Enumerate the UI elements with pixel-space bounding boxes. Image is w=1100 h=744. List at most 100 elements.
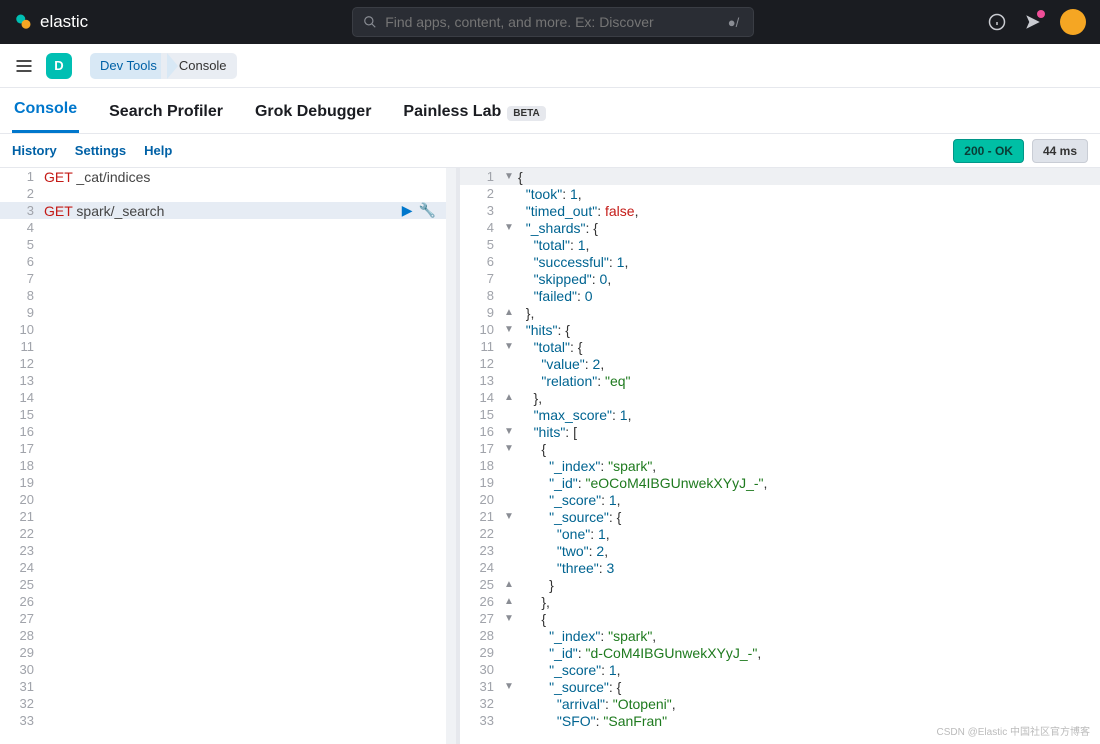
- request-line[interactable]: 22: [0, 525, 456, 542]
- editor-split: 1GET _cat/indices23GET spark/_search4567…: [0, 168, 1100, 744]
- response-line: 25▲ }: [460, 576, 1100, 593]
- request-line[interactable]: 21: [0, 508, 456, 525]
- request-line[interactable]: 29: [0, 644, 456, 661]
- brand: elastic: [14, 12, 88, 32]
- sub-bar: D Dev Tools Console: [0, 44, 1100, 88]
- request-line[interactable]: 12: [0, 355, 456, 372]
- response-status: 200 - OK: [953, 139, 1024, 163]
- watermark: CSDN @Elastic 中国社区官方博客: [937, 723, 1091, 738]
- request-line[interactable]: 13: [0, 372, 456, 389]
- response-line: 7 "skipped": 0,: [460, 270, 1100, 287]
- response-line: 30 "_score": 1,: [460, 661, 1100, 678]
- request-line[interactable]: 33: [0, 712, 456, 729]
- response-line: 8 "failed": 0: [460, 287, 1100, 304]
- response-line: 3 "timed_out": false,: [460, 202, 1100, 219]
- tab-bar: Console Search Profiler Grok Debugger Pa…: [0, 88, 1100, 134]
- search-icon: [363, 15, 377, 29]
- request-line[interactable]: 10: [0, 321, 456, 338]
- settings-link[interactable]: Settings: [75, 143, 126, 158]
- response-line: 24 "three": 3: [460, 559, 1100, 576]
- request-line[interactable]: 3GET spark/_search: [0, 202, 456, 219]
- elastic-logo-icon: [14, 13, 32, 31]
- tab-console[interactable]: Console: [12, 88, 79, 133]
- response-line: 6 "successful": 1,: [460, 253, 1100, 270]
- request-line[interactable]: 15: [0, 406, 456, 423]
- request-line[interactable]: 25: [0, 576, 456, 593]
- tab-painless-lab[interactable]: Painless LabBETA: [401, 91, 547, 133]
- wrench-icon[interactable]: 🔧: [419, 202, 436, 219]
- response-line: 27▼ {: [460, 610, 1100, 627]
- history-link[interactable]: History: [12, 143, 57, 158]
- response-line: 1▼{: [460, 168, 1100, 185]
- request-line[interactable]: 4: [0, 219, 456, 236]
- response-line: 31▼ "_source": {: [460, 678, 1100, 695]
- request-line[interactable]: 28: [0, 627, 456, 644]
- newsfeed-icon[interactable]: [1024, 13, 1042, 31]
- space-selector[interactable]: D: [46, 53, 72, 79]
- request-line[interactable]: 16: [0, 423, 456, 440]
- console-toolbar: History Settings Help 200 - OK 44 ms: [0, 134, 1100, 168]
- breadcrumb-devtools[interactable]: Dev Tools: [90, 53, 167, 79]
- response-line: 17▼ {: [460, 440, 1100, 457]
- request-line[interactable]: 17: [0, 440, 456, 457]
- request-line[interactable]: 14: [0, 389, 456, 406]
- request-line[interactable]: 11: [0, 338, 456, 355]
- response-line: 11▼ "total": {: [460, 338, 1100, 355]
- breadcrumb: Dev Tools Console: [90, 53, 231, 79]
- tab-grok-debugger[interactable]: Grok Debugger: [253, 91, 373, 133]
- help-link[interactable]: Help: [144, 143, 172, 158]
- response-line: 32 "arrival": "Otopeni",: [460, 695, 1100, 712]
- request-line[interactable]: 7: [0, 270, 456, 287]
- response-latency: 44 ms: [1032, 139, 1088, 163]
- request-line[interactable]: 19: [0, 474, 456, 491]
- request-line[interactable]: 18: [0, 457, 456, 474]
- request-pane[interactable]: 1GET _cat/indices23GET spark/_search4567…: [0, 168, 460, 744]
- response-line: 18 "_index": "spark",: [460, 457, 1100, 474]
- response-line: 2 "took": 1,: [460, 185, 1100, 202]
- request-line[interactable]: 5: [0, 236, 456, 253]
- request-line[interactable]: 27: [0, 610, 456, 627]
- help-icon[interactable]: [988, 13, 1006, 31]
- brand-name: elastic: [40, 12, 88, 32]
- top-bar: elastic ●/: [0, 0, 1100, 44]
- request-line[interactable]: 23: [0, 542, 456, 559]
- request-line[interactable]: 1GET _cat/indices: [0, 168, 456, 185]
- response-line: 29 "_id": "d-CoM4IBGUnwekXYyJ_-",: [460, 644, 1100, 661]
- global-search-input[interactable]: [385, 14, 716, 30]
- request-line[interactable]: 8: [0, 287, 456, 304]
- request-line[interactable]: 2: [0, 185, 456, 202]
- response-line: 9▲ },: [460, 304, 1100, 321]
- response-line: 12 "value": 2,: [460, 355, 1100, 372]
- response-line: 4▼ "_shards": {: [460, 219, 1100, 236]
- nav-toggle-icon[interactable]: [14, 56, 34, 76]
- response-line: 16▼ "hits": [: [460, 423, 1100, 440]
- request-line[interactable]: 24: [0, 559, 456, 576]
- global-search[interactable]: ●/: [352, 7, 754, 37]
- search-shortcut: ●/: [724, 14, 743, 31]
- response-line: 20 "_score": 1,: [460, 491, 1100, 508]
- response-line: 13 "relation": "eq": [460, 372, 1100, 389]
- request-line[interactable]: 9: [0, 304, 456, 321]
- request-line[interactable]: 26: [0, 593, 456, 610]
- response-line: 21▼ "_source": {: [460, 508, 1100, 525]
- request-actions: ▶ 🔧: [402, 202, 436, 219]
- request-line[interactable]: 32: [0, 695, 456, 712]
- run-icon[interactable]: ▶: [402, 202, 413, 219]
- request-line[interactable]: 20: [0, 491, 456, 508]
- response-line: 10▼ "hits": {: [460, 321, 1100, 338]
- response-line: 22 "one": 1,: [460, 525, 1100, 542]
- request-line[interactable]: 30: [0, 661, 456, 678]
- gutter-edge: [446, 168, 456, 744]
- response-line: 26▲ },: [460, 593, 1100, 610]
- notification-dot: [1037, 10, 1045, 18]
- beta-badge: BETA: [507, 106, 545, 121]
- request-line[interactable]: 6: [0, 253, 456, 270]
- response-pane[interactable]: 1▼{2 "took": 1,3 "timed_out": false,4▼ "…: [460, 168, 1100, 744]
- response-line: 19 "_id": "eOCoM4IBGUnwekXYyJ_-",: [460, 474, 1100, 491]
- request-line[interactable]: 31: [0, 678, 456, 695]
- response-line: 5 "total": 1,: [460, 236, 1100, 253]
- response-line: 23 "two": 2,: [460, 542, 1100, 559]
- user-avatar[interactable]: [1060, 9, 1086, 35]
- tab-search-profiler[interactable]: Search Profiler: [107, 91, 225, 133]
- response-line: 15 "max_score": 1,: [460, 406, 1100, 423]
